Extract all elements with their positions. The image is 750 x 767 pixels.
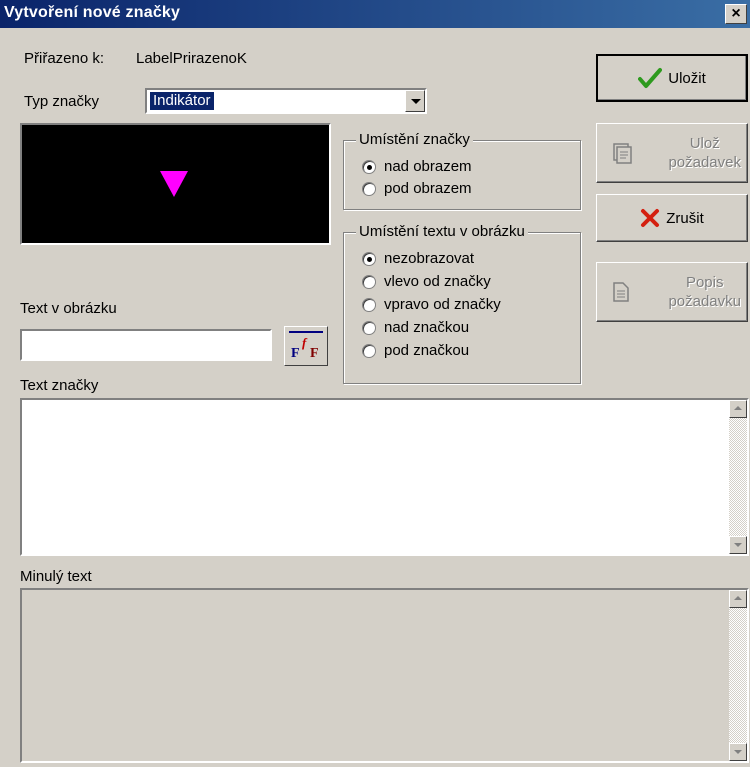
mark-text-area[interactable]	[20, 398, 749, 556]
svg-text:F: F	[310, 346, 319, 361]
save-request-label-1: Ulož	[689, 135, 720, 152]
save-request-icon	[613, 143, 632, 164]
request-description-button[interactable]: Popis požadavku	[596, 262, 748, 322]
radio-circle	[362, 160, 376, 174]
save-button[interactable]: Uložit	[596, 54, 748, 102]
radio-label: nezobrazovat	[384, 250, 475, 267]
past-text-scrollbar[interactable]	[729, 590, 747, 761]
save-request-button[interactable]: Ulož požadavek	[596, 123, 748, 183]
radio-label: pod obrazem	[384, 180, 472, 197]
radio-circle	[362, 298, 376, 312]
mark-text-scrollbar[interactable]	[729, 400, 747, 554]
image-text-label: Text v obrázku	[20, 300, 117, 317]
marker-triangle-icon	[160, 171, 188, 197]
title-bar: Vytvoření nové značky ×	[0, 0, 750, 28]
window-title: Vytvoření nové značky	[4, 4, 181, 21]
marker-preview	[20, 123, 331, 245]
assigned-value: LabelPrirazenoK	[136, 50, 247, 67]
chevron-down-icon[interactable]	[405, 90, 425, 112]
past-text-area[interactable]	[20, 588, 749, 763]
scroll-up-icon[interactable]	[729, 400, 747, 418]
radio-circle	[362, 182, 376, 196]
request-description-label-1: Popis	[685, 274, 724, 291]
radio-label: nad obrazem	[384, 158, 472, 175]
radio-label: vlevo od značky	[384, 273, 491, 290]
radio-label: pod značkou	[384, 342, 470, 359]
type-selected-value: Indikátor	[149, 91, 215, 111]
scroll-down-icon[interactable]	[729, 743, 747, 761]
text-position-group-title: Umístění textu v obrázku	[356, 223, 528, 240]
close-button[interactable]: ×	[725, 4, 747, 24]
radio-circle	[362, 344, 376, 358]
placement-group-title: Umístění značky	[356, 131, 473, 148]
scroll-up-icon[interactable]	[729, 590, 747, 608]
cancel-label: Zrušit	[666, 209, 704, 227]
cancel-button[interactable]: Zrušit	[596, 194, 748, 242]
radio-circle	[362, 321, 376, 335]
save-label: Uložit	[668, 69, 706, 87]
font-icon: F f F	[289, 331, 323, 361]
save-request-label-2: požadavek	[668, 154, 741, 171]
radio-circle	[362, 275, 376, 289]
request-description-label-2: požadavku	[668, 293, 741, 310]
type-select[interactable]: Indikátor	[145, 88, 427, 114]
assigned-label: Přiřazeno k:	[24, 50, 105, 67]
svg-text:f: f	[302, 335, 308, 350]
close-icon: ×	[731, 5, 741, 22]
type-label: Typ značky	[24, 93, 100, 110]
scroll-down-icon[interactable]	[729, 536, 747, 554]
mark-text-label: Text značky	[20, 377, 99, 394]
check-icon	[638, 68, 663, 88]
radio-label: nad značkou	[384, 319, 470, 336]
radio-circle	[362, 252, 376, 266]
placement-group: Umístění značky nad obrazem pod obrazem	[343, 131, 581, 210]
past-text-label: Minulý text	[20, 568, 92, 585]
font-button[interactable]: F f F	[284, 326, 328, 366]
x-icon	[641, 209, 660, 227]
document-icon	[613, 282, 629, 302]
radio-label: vpravo od značky	[384, 296, 501, 313]
text-position-group: Umístění textu v obrázku nezobrazovat vl…	[343, 223, 581, 384]
svg-text:F: F	[291, 346, 300, 361]
image-text-input[interactable]	[20, 329, 272, 361]
